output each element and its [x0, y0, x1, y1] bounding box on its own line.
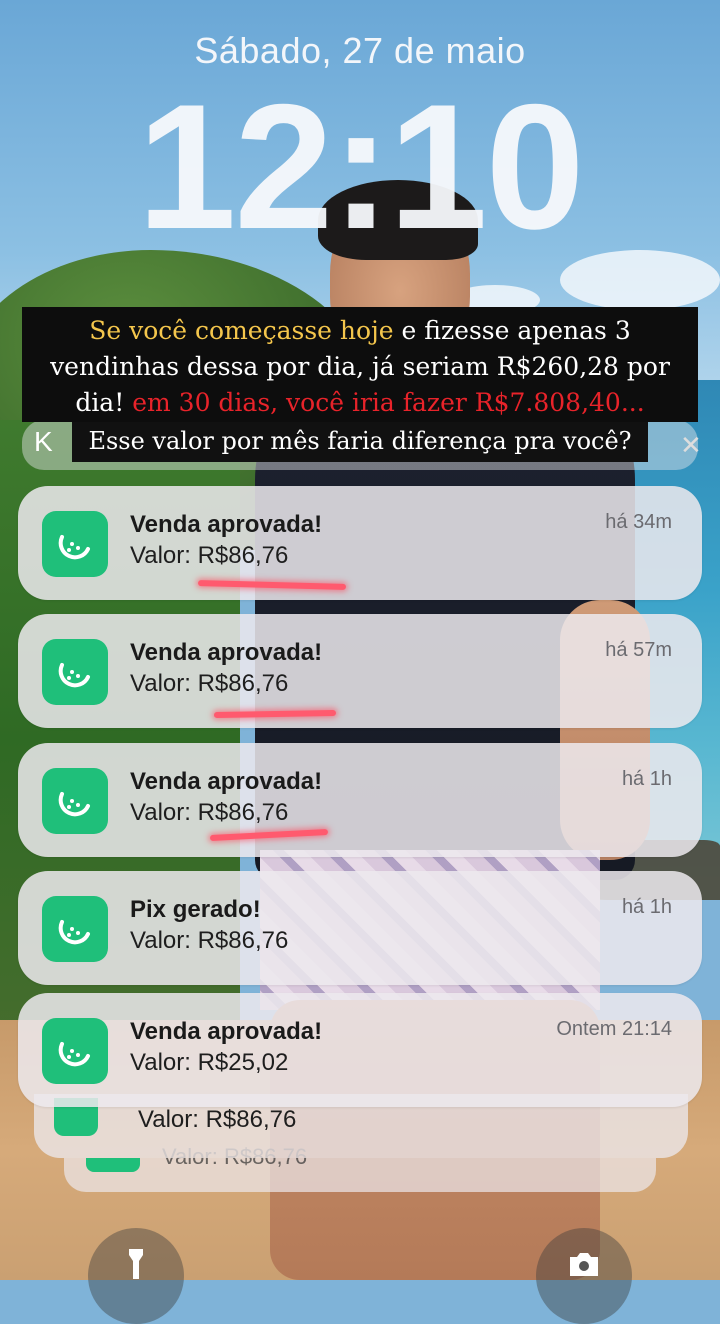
watermelon-icon: [42, 896, 108, 962]
camera-button[interactable]: [536, 1228, 632, 1324]
watermelon-icon: [42, 1018, 108, 1084]
notification-time: Ontem 21:14: [556, 1018, 672, 1040]
notification-time: há 34m: [605, 511, 672, 533]
notification-time: há 57m: [605, 639, 672, 661]
notification-card[interactable]: Venda aprovada! Valor: R$86,76 há 1h: [18, 743, 702, 857]
notification-time: há 1h: [621, 768, 672, 790]
notification-stack-layer[interactable]: Valor: R$86,76: [64, 1144, 656, 1192]
notification-title: Venda aprovada!: [130, 1018, 323, 1045]
watermelon-icon: [42, 511, 108, 577]
notification-card[interactable]: Venda aprovada! Valor: R$86,76 há 34m: [18, 486, 702, 600]
notification-body: Valor: R$86,76: [138, 1106, 297, 1133]
notification-body: Valor: R$25,02: [130, 1049, 289, 1076]
notification-title: Venda aprovada!: [130, 511, 323, 538]
notification-title: Venda aprovada!: [130, 768, 323, 795]
notification-card[interactable]: Venda aprovada! Valor: R$25,02 Ontem 21:…: [18, 993, 702, 1107]
caption-red-text: em 30 dias, você iria fazer R$7.808,40..…: [132, 388, 645, 417]
lockscreen-time: 12:10: [137, 67, 584, 266]
notification-body: Valor: R$86,76: [130, 670, 289, 697]
watermelon-icon: [86, 1158, 140, 1172]
hidden-notification-letter: K: [34, 426, 53, 457]
watermelon-icon: [42, 768, 108, 834]
close-icon[interactable]: ✕: [680, 430, 720, 466]
flashlight-button[interactable]: [88, 1228, 184, 1324]
notification-body: Valor: R$86,76: [130, 542, 289, 569]
wallpaper-cloud: [560, 250, 720, 310]
caption-gold-text: Se você começasse hoje: [89, 316, 394, 345]
caption-question: Esse valor por mês faria diferença pra v…: [72, 422, 648, 462]
notification-body: Valor: R$86,76: [130, 799, 289, 826]
notification-time: há 1h: [621, 896, 672, 918]
caption-overlay: Se você começasse hoje e fizesse apenas …: [22, 307, 698, 422]
notification-title: Venda aprovada!: [130, 639, 323, 666]
notification-body: Valor: R$86,76: [130, 927, 289, 954]
watermelon-icon: [42, 639, 108, 705]
notification-card[interactable]: Venda aprovada! Valor: R$86,76 há 57m: [18, 614, 702, 728]
notification-title: Pix gerado!: [130, 896, 261, 923]
notification-card[interactable]: Pix gerado! Valor: R$86,76 há 1h: [18, 871, 702, 985]
flashlight-icon: [129, 1249, 143, 1279]
lockscreen-date: Sábado, 27 de maio: [194, 30, 526, 71]
camera-icon: [570, 1253, 598, 1276]
